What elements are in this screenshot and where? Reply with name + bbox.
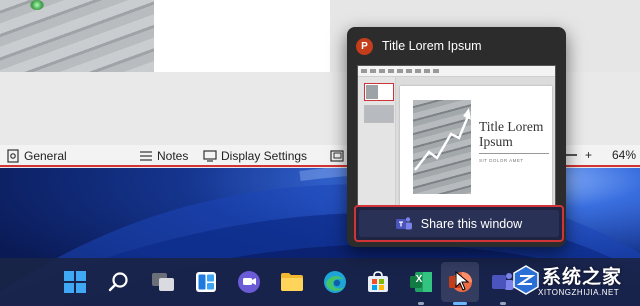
share-this-window-button[interactable]: Share this window — [354, 205, 564, 242]
share-button-label: Share this window — [420, 216, 523, 231]
store-icon — [368, 271, 388, 292]
search-icon — [108, 272, 128, 292]
teams-share-icon — [395, 216, 412, 229]
zoom-in-button[interactable]: + — [585, 148, 592, 162]
popup-header: P Title Lorem Ipsum — [356, 36, 482, 56]
normal-view-icon — [330, 150, 344, 162]
search-button[interactable] — [106, 269, 132, 295]
teams-running-indicator — [500, 302, 506, 305]
normal-view-button[interactable] — [330, 148, 344, 164]
watermark-text: 系统之家 — [542, 267, 623, 288]
preview-slide-title: Title Lorem Ipsum — [479, 119, 544, 149]
widgets-icon — [196, 272, 216, 292]
chat-icon — [238, 271, 260, 293]
window-preview[interactable]: Title Lorem Ipsum SIT DOLOR AMET — [357, 65, 556, 222]
notes-label: Notes — [157, 149, 189, 163]
chat-button[interactable] — [236, 269, 262, 295]
preview-ribbon — [358, 66, 555, 77]
excel-button[interactable]: X — [408, 269, 434, 295]
display-settings-button[interactable]: Display Settings — [203, 148, 307, 164]
task-view-icon — [152, 273, 174, 291]
windows-logo-icon — [64, 271, 86, 293]
notes-button[interactable]: Notes — [139, 148, 188, 164]
watermark-subtext: XITONGZHIJIA.NET — [538, 288, 620, 297]
powerpoint-app-icon: P — [356, 37, 373, 55]
preview-slide-subtitle: SIT DOLOR AMET — [479, 158, 524, 163]
zoom-level[interactable]: 64% — [612, 148, 636, 162]
preview-stairs-photo — [413, 100, 471, 194]
site-watermark: 系统之家 XITONGZHIJIA.NET — [508, 258, 640, 306]
popup-window-title: Title Lorem Ipsum — [382, 39, 482, 53]
preview-title-divider — [479, 153, 549, 154]
edge-button[interactable] — [322, 269, 348, 295]
display-settings-label: Display Settings — [221, 149, 308, 163]
task-view-button[interactable] — [150, 269, 176, 295]
preview-slide: Title Lorem Ipsum SIT DOLOR AMET — [400, 86, 552, 208]
sensitivity-icon — [7, 149, 19, 163]
store-button[interactable] — [365, 269, 391, 295]
file-explorer-button[interactable] — [279, 269, 305, 295]
display-settings-icon — [203, 150, 217, 162]
general-label: General — [24, 149, 67, 163]
powerpoint-active-indicator — [453, 302, 467, 305]
sensitivity-general[interactable]: General — [6, 148, 67, 164]
current-slide[interactable] — [0, 0, 330, 72]
preview-slide-thumb-2 — [364, 105, 394, 123]
excel-letter: X — [415, 274, 423, 285]
edge-icon — [324, 271, 346, 293]
folder-icon — [281, 273, 303, 291]
stairs-photo — [0, 0, 154, 72]
preview-slide-panel — [358, 77, 396, 213]
preview-slide-thumb-1 — [364, 83, 394, 101]
mouse-cursor-icon — [455, 271, 469, 291]
photo-highlight — [30, 0, 44, 10]
widgets-button[interactable] — [193, 269, 219, 295]
excel-running-indicator — [418, 302, 424, 305]
trend-arrow-icon — [414, 108, 471, 171]
notes-icon — [140, 151, 152, 161]
start-button[interactable] — [62, 269, 88, 295]
